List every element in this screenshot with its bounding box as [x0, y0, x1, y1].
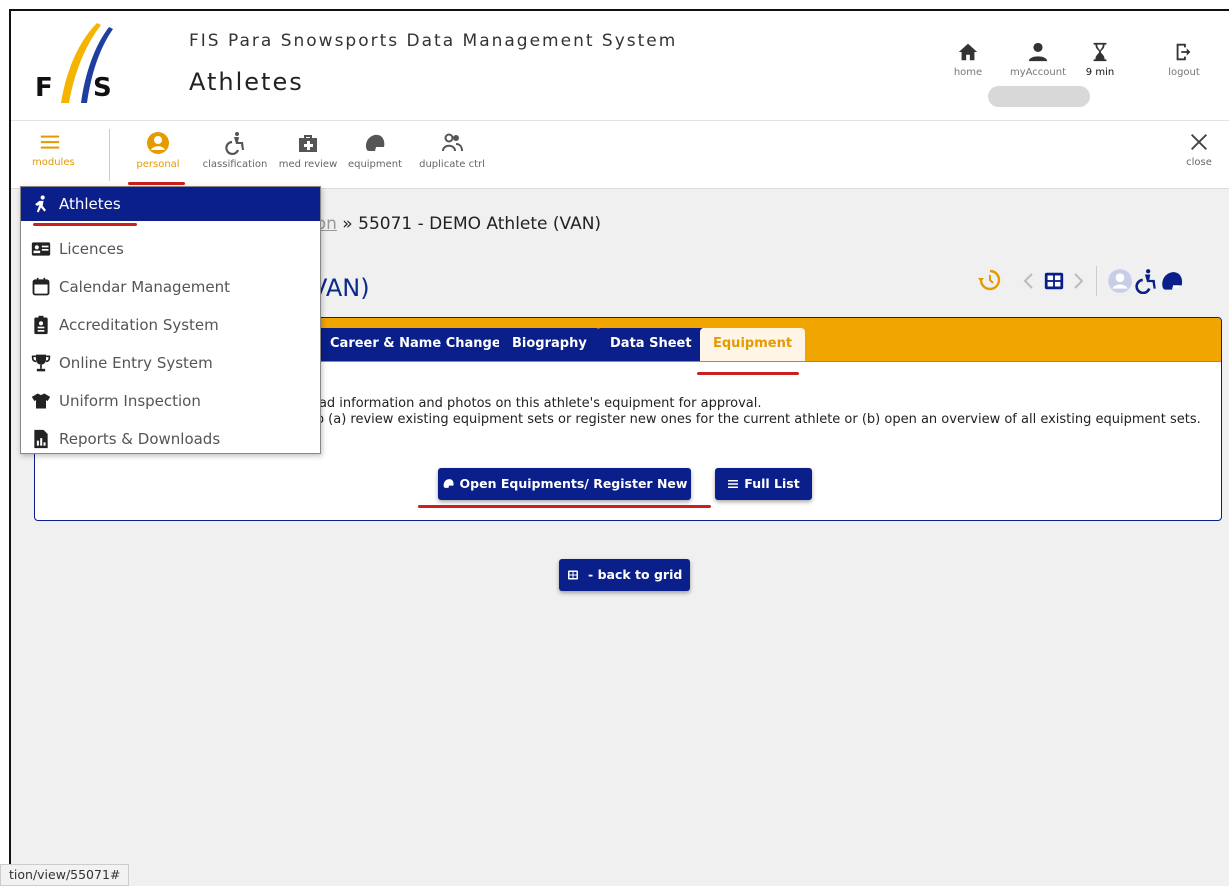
users-icon: [442, 133, 463, 152]
modules-dropdown-menu: Athletes Licences Calendar Management Ac…: [20, 186, 321, 454]
menu-item-accreditation-system[interactable]: Accreditation System: [21, 307, 320, 343]
user-icon: [1028, 42, 1048, 62]
open-equipments-button[interactable]: Open Equipments/ Register New: [438, 468, 691, 500]
system-title: FIS Para Snowsports Data Management Syst…: [189, 31, 678, 51]
my-account-button[interactable]: myAccount: [1008, 41, 1068, 78]
breadcrumb: ion » 55071 - DEMO Athlete (VAN): [311, 214, 601, 234]
back-to-grid-button[interactable]: - back to grid: [559, 559, 690, 591]
hourglass-icon: [1093, 42, 1107, 62]
helmet-icon[interactable]: [1159, 268, 1185, 294]
hamburger-icon: [40, 135, 60, 149]
history-icon[interactable]: [977, 268, 1001, 292]
tab-equipment[interactable]: equipment: [345, 131, 405, 170]
tab-data-sheet[interactable]: Data Sheet: [597, 328, 705, 361]
menu-item-calendar-management[interactable]: Calendar Management: [21, 269, 320, 305]
tab-med-review[interactable]: med review: [278, 131, 338, 170]
calendar-icon: [32, 277, 50, 296]
wheelchair-icon[interactable]: [1133, 268, 1159, 294]
report-icon: [34, 429, 48, 449]
breadcrumb-current: 55071 - DEMO Athlete (VAN): [358, 214, 602, 234]
chevron-left-icon[interactable]: [1022, 272, 1036, 290]
logout-icon: [1176, 43, 1191, 61]
breadcrumb-separator: »: [336, 214, 359, 234]
icon-divider: [1096, 266, 1097, 296]
page-heading: Athletes: [189, 68, 304, 96]
session-timer: 9 min: [1070, 41, 1130, 78]
list-icon: [728, 480, 739, 488]
tab-duplicate-ctrl[interactable]: duplicate ctrl: [412, 131, 492, 170]
toolbar-divider: [109, 129, 110, 181]
open-button-highlight: [418, 505, 711, 508]
grid-icon: [567, 570, 578, 580]
grid-icon[interactable]: [1043, 270, 1065, 292]
medkit-icon: [299, 135, 317, 152]
svg-text:F: F: [35, 73, 53, 103]
chevron-right-icon[interactable]: [1071, 272, 1085, 290]
athletes-highlight: [33, 223, 137, 226]
trophy-icon: [31, 354, 51, 372]
modules-menu-button[interactable]: modules: [32, 131, 75, 168]
tab-equipment-active[interactable]: Equipment: [700, 328, 806, 361]
helmet-icon: [443, 479, 454, 488]
logout-button[interactable]: logout: [1154, 41, 1214, 78]
full-list-button[interactable]: Full List: [715, 468, 812, 500]
shirt-icon: [31, 393, 51, 409]
id-card-icon: [31, 242, 51, 256]
helmet-icon: [366, 134, 385, 151]
tab-classification[interactable]: classification: [200, 131, 270, 170]
badge-icon: [34, 315, 48, 335]
tab-biography[interactable]: Biography: [499, 328, 600, 361]
equipment-instructions: oad information and photos on this athle…: [311, 396, 1201, 427]
menu-item-uniform-inspection[interactable]: Uniform Inspection: [21, 383, 320, 419]
close-button[interactable]: close: [1179, 131, 1219, 168]
app-window: F S FIS Para Snowsports Data Management …: [9, 9, 1229, 886]
wheelchair-icon: [225, 132, 244, 155]
app-header: F S FIS Para Snowsports Data Management …: [11, 11, 1229, 121]
person-circle-icon: [147, 132, 169, 154]
tab-career-name-changes[interactable]: Career & Name Changes: [317, 328, 522, 361]
athlete-icon: [35, 195, 46, 213]
home-icon: [958, 43, 978, 61]
svg-text:S: S: [93, 73, 112, 103]
menu-item-athletes[interactable]: Athletes: [21, 187, 320, 221]
person-circle-icon[interactable]: [1107, 268, 1133, 294]
menu-item-online-entry-system[interactable]: Online Entry System: [21, 345, 320, 381]
personal-highlight: [128, 182, 185, 185]
fis-logo[interactable]: F S: [29, 21, 139, 106]
account-name-blurred: [988, 86, 1090, 107]
tab-personal[interactable]: personal: [130, 131, 186, 170]
menu-item-licences[interactable]: Licences: [21, 231, 320, 267]
close-icon: [1191, 134, 1207, 150]
home-button[interactable]: home: [938, 41, 998, 78]
equipment-tab-highlight: [697, 372, 799, 375]
module-toolbar: modules personal classification med revi…: [11, 121, 1229, 189]
status-bar-url: tion/view/55071#: [0, 864, 130, 886]
menu-item-reports-downloads[interactable]: Reports & Downloads: [21, 421, 320, 457]
